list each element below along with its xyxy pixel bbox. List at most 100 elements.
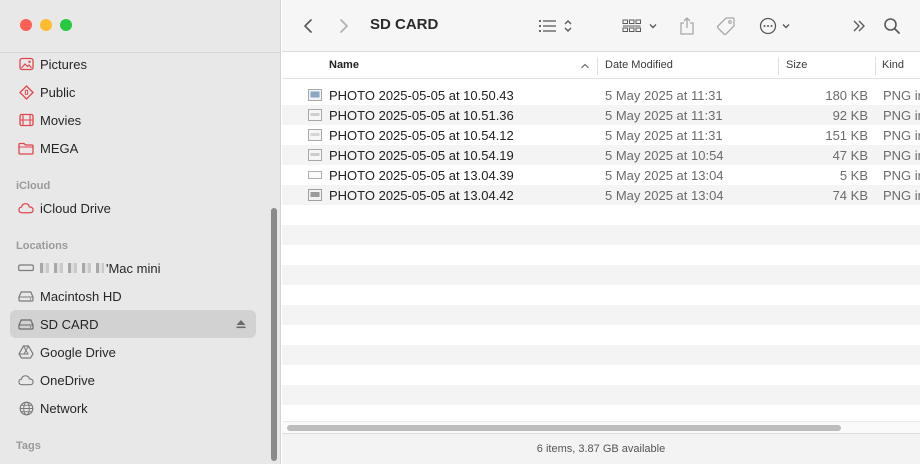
sidebar-item-movies[interactable]: Movies — [10, 106, 256, 134]
empty-row — [282, 265, 920, 285]
tags-button[interactable] — [716, 14, 736, 38]
movies-icon — [18, 112, 34, 128]
toolbar: SD CARD — [282, 0, 920, 52]
window-title: SD CARD — [370, 16, 439, 33]
share-icon — [680, 17, 694, 35]
sidebar-scrollbar[interactable] — [271, 208, 277, 461]
minimize-window-button[interactable] — [40, 19, 52, 31]
sidebar-item-sd-card[interactable]: SD CARD — [10, 310, 256, 338]
horizontal-scrollbar[interactable] — [287, 425, 841, 431]
file-name: PHOTO 2025-05-05 at 10.50.43 — [329, 88, 514, 103]
toolbar-overflow-button[interactable] — [852, 14, 866, 38]
file-date: 5 May 2025 at 10:54 — [605, 148, 724, 163]
table-row[interactable]: PHOTO 2025-05-05 at 10.54.12 5 May 2025 … — [282, 125, 920, 145]
eject-icon[interactable] — [236, 317, 246, 332]
chevron-down-icon — [782, 24, 790, 29]
more-actions-button[interactable] — [759, 14, 791, 38]
file-date: 5 May 2025 at 13:04 — [605, 188, 724, 203]
sidebar-item-onedrive[interactable]: OneDrive — [10, 366, 256, 394]
chevron-up-icon[interactable] — [580, 62, 590, 70]
google-drive-icon — [18, 344, 34, 360]
sidebar-item-label: Macintosh HD — [40, 288, 122, 304]
pictures-icon — [18, 56, 34, 72]
sidebar-item-label: Network — [40, 400, 88, 416]
empty-row — [282, 385, 920, 405]
file-date: 5 May 2025 at 11:31 — [605, 128, 723, 143]
grid-group-icon — [622, 19, 641, 32]
file-size: 5 KB — [839, 168, 868, 183]
cloud-icon — [18, 372, 34, 388]
table-row[interactable]: PHOTO 2025-05-05 at 10.54.19 5 May 2025 … — [282, 145, 920, 165]
file-name: PHOTO 2025-05-05 at 13.04.39 — [329, 168, 514, 183]
file-size: 47 KB — [832, 148, 868, 163]
computer-icon — [18, 260, 34, 276]
column-header-kind[interactable]: Kind — [882, 59, 904, 71]
column-header-row: Name Date Modified Size Kind — [282, 53, 920, 79]
file-date: 5 May 2025 at 11:31 — [605, 108, 723, 123]
horizontal-scrollbar-track — [282, 421, 920, 433]
file-size: 180 KB — [825, 88, 868, 103]
sidebar-item-icloud-drive[interactable]: iCloud Drive — [10, 194, 256, 222]
search-button[interactable] — [883, 14, 901, 38]
file-list: Name Date Modified Size Kind PHOTO 2025-… — [282, 53, 920, 432]
empty-row — [282, 285, 920, 305]
sidebar-header-locations: Locations — [16, 240, 68, 252]
empty-row — [282, 325, 920, 345]
image-file-icon — [308, 109, 322, 124]
empty-row — [282, 365, 920, 385]
table-row[interactable]: PHOTO 2025-05-05 at 10.51.36 5 May 2025 … — [282, 105, 920, 125]
folder-icon — [18, 140, 34, 156]
share-button[interactable] — [679, 14, 695, 38]
image-file-icon — [308, 149, 322, 164]
sidebar-item-google-drive[interactable]: Google Drive — [10, 338, 256, 366]
column-divider[interactable] — [778, 57, 779, 75]
public-icon — [18, 84, 34, 100]
file-size: 151 KB — [825, 128, 868, 143]
column-divider[interactable] — [875, 57, 876, 75]
table-row[interactable]: PHOTO 2025-05-05 at 13.04.42 5 May 2025 … — [282, 185, 920, 205]
group-button[interactable] — [622, 14, 658, 38]
forward-button[interactable] — [338, 14, 350, 38]
file-kind: PNG ir — [883, 108, 920, 123]
sidebar-item-network[interactable]: Network — [10, 394, 256, 422]
back-button[interactable] — [302, 14, 314, 38]
column-header-date[interactable]: Date Modified — [605, 59, 673, 71]
updown-chevron-icon — [564, 20, 572, 32]
chevron-left-icon — [304, 19, 312, 33]
disk-icon — [18, 288, 34, 304]
empty-row — [282, 345, 920, 365]
window-controls — [20, 19, 72, 31]
sidebar-header-tags: Tags — [16, 440, 41, 452]
disk-icon — [18, 316, 34, 332]
ellipsis-circle-icon — [759, 17, 777, 35]
zoom-window-button[interactable] — [60, 19, 72, 31]
column-header-size[interactable]: Size — [786, 59, 807, 71]
sidebar-item-label: SD CARD — [40, 316, 99, 332]
empty-row — [282, 245, 920, 265]
sidebar-item-label: MEGA — [40, 140, 79, 156]
close-window-button[interactable] — [20, 19, 32, 31]
sidebar-item-label: OneDrive — [40, 372, 95, 388]
table-row[interactable]: PHOTO 2025-05-05 at 13.04.39 5 May 2025 … — [282, 165, 920, 185]
view-as-list-button[interactable] — [538, 14, 573, 38]
sidebar-item-macintosh-hd[interactable]: Macintosh HD — [10, 282, 256, 310]
file-date: 5 May 2025 at 11:31 — [605, 88, 723, 103]
sidebar-item-label: Pictures — [40, 56, 87, 72]
column-divider[interactable] — [597, 57, 598, 75]
file-size: 74 KB — [832, 188, 868, 203]
column-header-name[interactable]: Name — [329, 59, 359, 71]
sidebar-item-mega[interactable]: MEGA — [10, 134, 256, 162]
empty-row — [282, 225, 920, 245]
file-size: 92 KB — [832, 108, 868, 123]
file-kind: PNG ir — [883, 128, 920, 143]
image-file-icon — [308, 89, 322, 104]
status-bar: 6 items, 3.87 GB available — [282, 433, 920, 464]
sidebar-item-label: Google Drive — [40, 344, 116, 360]
file-kind: PNG ir — [883, 168, 920, 183]
table-row[interactable]: PHOTO 2025-05-05 at 10.50.43 5 May 2025 … — [282, 85, 920, 105]
file-kind: PNG ir — [883, 188, 920, 203]
sidebar-item-pictures[interactable]: Pictures — [10, 50, 256, 78]
sidebar-item-public[interactable]: Public — [10, 78, 256, 106]
sidebar-item-mac-mini[interactable]: 'Mac mini — [10, 254, 256, 282]
list-view-icon — [538, 19, 556, 33]
